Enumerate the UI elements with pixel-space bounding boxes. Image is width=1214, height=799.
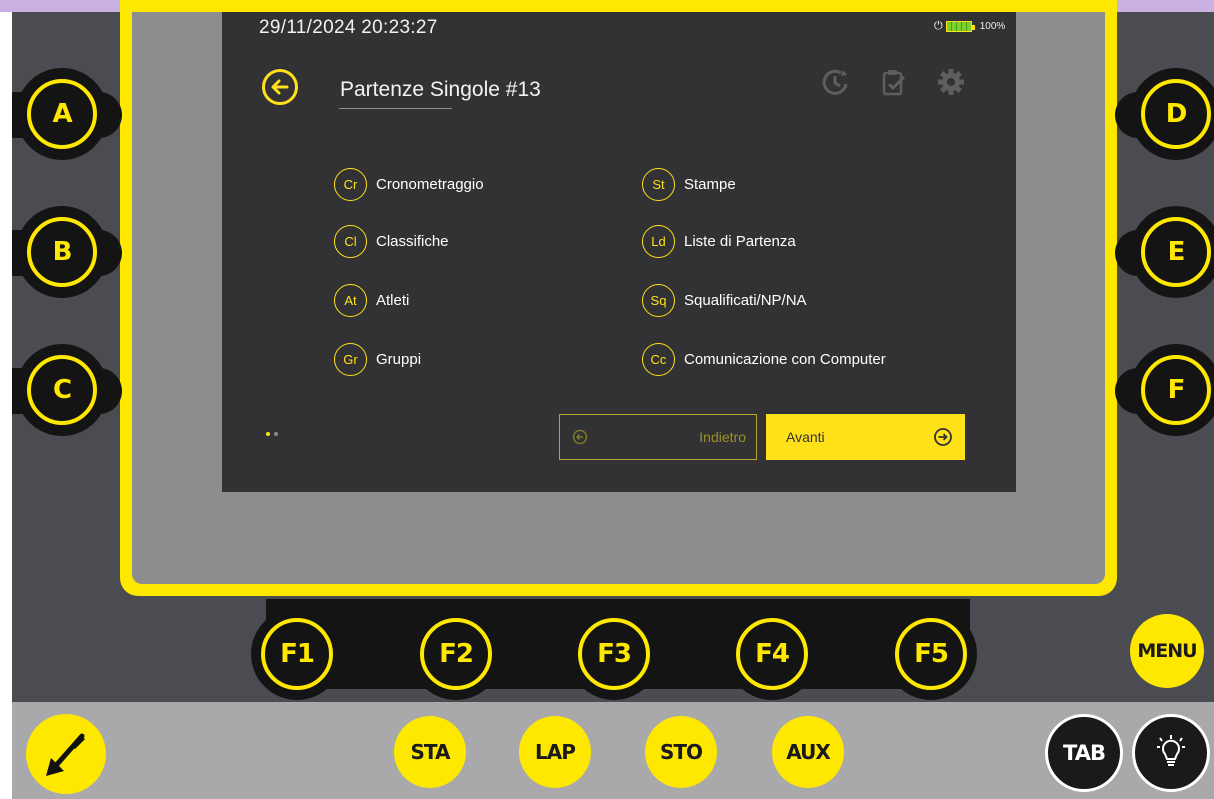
lcd-screen: 29/11/2024 20:23:27 ⏻ 100% Partenze Sing… <box>222 12 1016 492</box>
function-key-f3[interactable]: F3 <box>568 608 660 700</box>
avanti-label: Avanti <box>786 429 825 445</box>
function-key-f5[interactable]: F5 <box>885 608 977 700</box>
charging-plug-icon: ⏻ <box>934 20 943 32</box>
side-key-e[interactable]: E <box>1130 206 1214 298</box>
page-dot <box>274 432 278 436</box>
side-key-label: F <box>1141 355 1211 425</box>
menu-badge: Ld <box>642 225 675 258</box>
lap-key[interactable]: LAP <box>519 716 591 788</box>
function-key-label: F5 <box>895 618 967 690</box>
battery-icon <box>945 21 975 32</box>
menu-item-cronometraggio[interactable]: Cr Cronometraggio <box>334 168 484 201</box>
backlight-key[interactable] <box>1132 714 1210 792</box>
menu-item-liste-di-partenza[interactable]: Ld Liste di Partenza <box>642 225 796 258</box>
menu-label: Gruppi <box>376 351 422 368</box>
menu-label: Classifiche <box>376 233 449 250</box>
battery-percentage: 100% <box>979 21 1006 32</box>
arrow-right-circle-icon <box>934 428 952 446</box>
function-key-label: F2 <box>420 618 492 690</box>
arrow-left-circle-icon <box>572 429 588 445</box>
menu-badge: Cc <box>642 343 675 376</box>
left-margin <box>0 12 12 799</box>
page-indicator <box>266 432 278 436</box>
menu-label: Cronometraggio <box>376 176 484 193</box>
sta-key[interactable]: STA <box>394 716 466 788</box>
function-key-f2[interactable]: F2 <box>410 608 502 700</box>
bottom-band <box>12 702 1214 799</box>
menu-item-atleti[interactable]: At Atleti <box>334 284 409 317</box>
side-key-label: A <box>27 79 97 149</box>
menu-item-comunicazione-computer[interactable]: Cc Comunicazione con Computer <box>642 343 886 376</box>
menu-item-gruppi[interactable]: Gr Gruppi <box>334 343 421 376</box>
clock-icon <box>822 69 848 95</box>
timer-history-icon[interactable] <box>818 64 854 100</box>
menu-badge: St <box>642 168 675 201</box>
side-key-label: E <box>1141 217 1211 287</box>
menu-badge: Gr <box>334 343 367 376</box>
function-key-f1[interactable]: F1 <box>251 608 343 700</box>
menu-label: Squalificati/NP/NA <box>684 292 807 309</box>
clipboard-icon <box>882 70 906 96</box>
menu-item-squalificati[interactable]: Sq Squalificati/NP/NA <box>642 284 807 317</box>
side-key-f[interactable]: F <box>1130 344 1214 436</box>
menu-label: Stampe <box>684 176 736 193</box>
clipboard-check-icon[interactable] <box>875 64 911 100</box>
side-key-label: B <box>27 217 97 287</box>
settings-gear-icon[interactable] <box>933 64 969 100</box>
function-key-label: F1 <box>261 618 333 690</box>
sensor-key[interactable] <box>26 714 106 794</box>
indietro-label: Indietro <box>699 429 746 445</box>
page-title: Partenze Singole #13 <box>340 78 541 101</box>
datetime: 29/11/2024 20:23:27 <box>259 17 438 38</box>
menu-badge: Sq <box>642 284 675 317</box>
menu-label: Comunicazione con Computer <box>684 351 886 368</box>
indietro-button[interactable]: Indietro <box>559 414 757 460</box>
title-underline <box>339 108 452 109</box>
menu-badge: At <box>334 284 367 317</box>
lightbulb-icon <box>1157 735 1185 766</box>
menu-item-classifiche[interactable]: Cl Classifiche <box>334 225 449 258</box>
battery-indicator: ⏻ 100% <box>934 20 1005 33</box>
diagonal-arrow-icon <box>46 733 86 776</box>
function-key-f4[interactable]: F4 <box>726 608 818 700</box>
menu-badge: Cl <box>334 225 367 258</box>
arrow-left-icon <box>271 79 289 95</box>
menu-label: Liste di Partenza <box>684 233 796 250</box>
menu-key[interactable]: MENU <box>1130 614 1204 688</box>
side-key-c[interactable]: C <box>16 344 108 436</box>
side-key-label: C <box>27 355 97 425</box>
side-key-label: D <box>1141 79 1211 149</box>
side-key-b[interactable]: B <box>16 206 108 298</box>
menu-item-stampe[interactable]: St Stampe <box>642 168 736 201</box>
page-dot-active <box>266 432 270 436</box>
tab-key[interactable]: TAB <box>1045 714 1123 792</box>
side-key-a[interactable]: A <box>16 68 108 160</box>
aux-key[interactable]: AUX <box>772 716 844 788</box>
function-key-label: F3 <box>578 618 650 690</box>
function-key-label: F4 <box>736 618 808 690</box>
gear-icon <box>938 69 964 95</box>
back-arrow-button[interactable] <box>262 69 298 105</box>
avanti-button[interactable]: Avanti <box>766 414 965 460</box>
sto-key[interactable]: STO <box>645 716 717 788</box>
menu-badge: Cr <box>334 168 367 201</box>
side-key-d[interactable]: D <box>1130 68 1214 160</box>
menu-label: Atleti <box>376 292 410 309</box>
